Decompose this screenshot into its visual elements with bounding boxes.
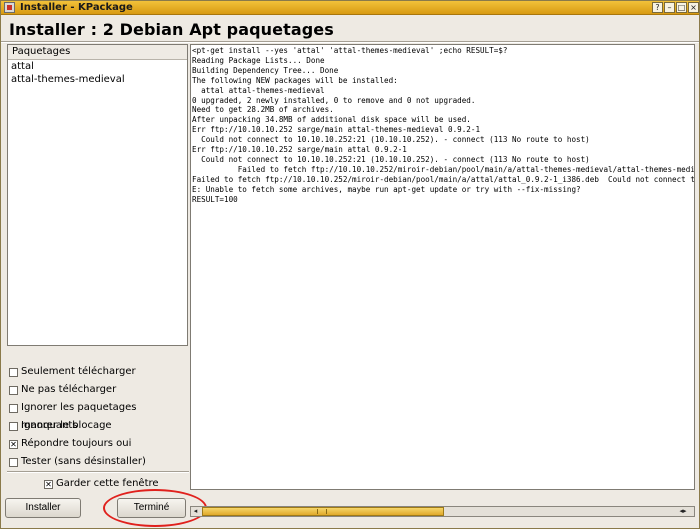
scroll-left-icon[interactable]: ◂ (191, 507, 200, 516)
option-download-only[interactable]: Seulement télécharger (7, 363, 189, 381)
scroll-arrows-icon[interactable]: ◂▸ (674, 507, 692, 516)
option-ignore-missing[interactable]: Ignorer les paquetages manquants (7, 399, 189, 431)
close-button[interactable]: × (688, 2, 699, 13)
checkbox[interactable] (9, 458, 18, 467)
option-label: Ne pas télécharger (21, 384, 117, 395)
option-label: Répondre toujours oui (21, 438, 132, 449)
column-header-packages[interactable]: Paquetages (8, 45, 187, 60)
option-always-yes[interactable]: ✕ Répondre toujours oui (7, 435, 189, 453)
grip-icon (317, 509, 327, 514)
option-label: Tester (sans désinstaller) (21, 456, 146, 467)
checkbox[interactable] (9, 404, 18, 413)
minimize-button[interactable]: – (664, 2, 675, 13)
list-item[interactable]: attal (8, 60, 187, 73)
option-no-download[interactable]: Ne pas télécharger (7, 381, 189, 399)
kpackage-window: Installer - KPackage ? – □ × Installer :… (0, 0, 700, 529)
option-label: Ignorer le blocage (21, 420, 112, 431)
output-log[interactable]: <pt-get install --yes 'attal' 'attal-the… (190, 44, 695, 490)
checkbox-checked[interactable]: ✕ (9, 440, 18, 449)
option-test[interactable]: Tester (sans désinstaller) (7, 453, 189, 471)
app-icon[interactable] (4, 2, 15, 13)
page-title: Installer : 2 Debian Apt paquetages (9, 20, 334, 39)
option-label: Garder cette fenêtre (56, 478, 159, 489)
maximize-button[interactable]: □ (676, 2, 687, 13)
option-ignore-lock[interactable]: Ignorer le blocage (7, 417, 189, 435)
window-title: Installer - KPackage (20, 2, 133, 13)
package-list[interactable]: Paquetages attal attal-themes-medieval (7, 44, 188, 346)
list-item[interactable]: attal-themes-medieval (8, 73, 187, 86)
log-text: <pt-get install --yes 'attal' 'attal-the… (192, 46, 695, 204)
help-button[interactable]: ? (652, 2, 663, 13)
checkbox[interactable] (9, 368, 18, 377)
option-label: Seulement télécharger (21, 366, 136, 377)
scrollbar-thumb[interactable] (202, 507, 444, 516)
options-panel: Seulement télécharger Ne pas télécharger… (7, 363, 189, 471)
checkbox-checked[interactable]: ✕ (44, 480, 53, 489)
install-button[interactable]: Installer (5, 498, 81, 518)
checkbox[interactable] (9, 386, 18, 395)
options-separator (7, 471, 189, 473)
horizontal-scrollbar[interactable]: ◂ ◂▸ (190, 506, 695, 517)
checkbox[interactable] (9, 422, 18, 431)
header-separator (1, 41, 699, 43)
title-bar[interactable]: Installer - KPackage ? – □ × (1, 1, 699, 15)
keep-window-option[interactable]: ✕ Garder cette fenêtre (42, 478, 159, 490)
